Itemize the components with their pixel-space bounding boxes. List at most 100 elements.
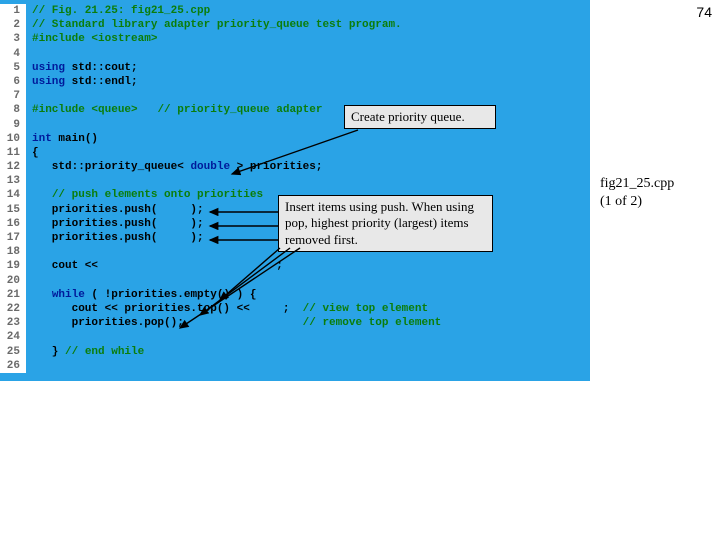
code-text: // Fig. 21.25: fig21_25.cpp [26,4,590,18]
code-text: { [26,146,590,160]
line-number: 23 [0,316,26,330]
code-token: std::priority_queue< [32,161,190,173]
code-line: 22 cout << priorities.top() << ; // view… [0,302,590,316]
code-token: // priority_queue adapter [157,104,322,116]
code-line: 7 [0,89,590,103]
code-block: 1 // Fig. 21.25: fig21_25.cpp 2 // Standard… [0,0,590,381]
line-number: 4 [0,47,26,61]
callout-create-queue: Create priority queue. [344,105,496,129]
code-line: 4 [0,47,590,61]
code-text: #include <queue> // priority_queue adapt… [26,103,590,117]
code-text: std::priority_queue< double > priorities… [26,160,590,174]
code-line: 20 [0,274,590,288]
line-number: 21 [0,288,26,302]
callout-push-pop: Insert items using push. When using pop,… [278,195,493,252]
code-line: 26 [0,359,590,373]
code-line: 21 while ( !priorities.empty() ) { [0,288,590,302]
code-token: cout << priorities.top() << ; [32,303,303,315]
line-number: 26 [0,359,26,373]
code-text: } // end while [26,345,590,359]
code-text: int main() [26,132,590,146]
code-token [32,289,52,301]
line-number: 20 [0,274,26,288]
line-number: 10 [0,132,26,146]
code-token: // end while [65,346,144,358]
code-token: > priorities; [230,161,322,173]
slide-caption: fig21_25.cpp (1 of 2) [600,175,674,210]
code-token: } [32,346,65,358]
code-token: priorities.push( ); [32,218,204,230]
code-line: 23 priorities.pop(); // remove top eleme… [0,316,590,330]
code-token: // push elements onto priorities [52,189,263,201]
line-number: 13 [0,174,26,188]
code-token: int [32,133,52,145]
code-text: // Standard library adapter priority_que… [26,18,590,32]
code-line: 11 { [0,146,590,160]
code-token: ( !priorities.empty() ) { [85,289,257,301]
code-line: 13 [0,174,590,188]
code-token: priorities.pop(); [32,317,303,329]
line-number: 24 [0,330,26,344]
line-number: 2 [0,18,26,32]
line-number: 22 [0,302,26,316]
code-text: priorities.pop(); // remove top element [26,316,590,330]
code-line: 5using std::cout; [0,61,590,75]
code-token: // view top element [303,303,428,315]
code-text: cout << priorities.top() << ; // view to… [26,302,590,316]
code-line: 3 #include <iostream> [0,32,590,46]
code-line: 9 [0,118,590,132]
line-number: 6 [0,75,26,89]
code-line: 2 // Standard library adapter priority_qu… [0,18,590,32]
code-token: std::cout; [65,62,138,74]
caption-filename: fig21_25.cpp [600,175,674,193]
code-token [32,189,52,201]
code-token: // Fig. 21.25: fig21_25.cpp [32,5,210,17]
line-number: 8 [0,103,26,117]
line-number: 11 [0,146,26,160]
code-token: { [32,147,39,159]
line-number: 1 [0,4,26,18]
code-line: 19 cout << ; [0,259,590,273]
line-number: 3 [0,32,26,46]
code-text: while ( !priorities.empty() ) { [26,288,590,302]
line-number: 19 [0,259,26,273]
line-number: 14 [0,188,26,202]
code-line: 8#include <queue> // priority_queue adap… [0,103,590,117]
line-number: 16 [0,217,26,231]
line-number: 25 [0,345,26,359]
line-number: 18 [0,245,26,259]
code-line: 12 std::priority_queue< double > priorit… [0,160,590,174]
code-token [138,104,158,116]
code-token: double [190,161,230,173]
code-token: priorities.push( ); [32,204,204,216]
code-line: 25 } // end while [0,345,590,359]
code-text: using std::endl; [26,75,590,89]
line-number: 7 [0,89,26,103]
code-text: using std::cout; [26,61,590,75]
code-token: main() [52,133,98,145]
code-token: std::endl; [65,76,138,88]
code-line: 10int main() [0,132,590,146]
code-token: #include <iostream> [32,33,157,45]
line-number: 9 [0,118,26,132]
code-line: 1 // Fig. 21.25: fig21_25.cpp [0,4,590,18]
code-line: 24 [0,330,590,344]
line-number: 17 [0,231,26,245]
page-number: 74 [696,4,712,20]
code-text: cout << ; [26,259,590,273]
code-token: // remove top element [303,317,442,329]
line-number: 5 [0,61,26,75]
code-token: // Standard library adapter priority_que… [32,19,402,31]
line-number: 15 [0,203,26,217]
code-token: while [52,289,85,301]
slide: 74 1// Fig. 21.25: fig21_25.cpp2// Stand… [0,0,720,540]
code-text: #include <iostream> [26,32,590,46]
code-token: cout << ; [32,260,283,272]
caption-part: (1 of 2) [600,193,674,211]
code-token: using [32,62,65,74]
code-line: 6using std::endl; [0,75,590,89]
code-token: priorities.push( ); [32,232,204,244]
code-token: #include <queue> [32,104,138,116]
line-number: 12 [0,160,26,174]
code-token: using [32,76,65,88]
